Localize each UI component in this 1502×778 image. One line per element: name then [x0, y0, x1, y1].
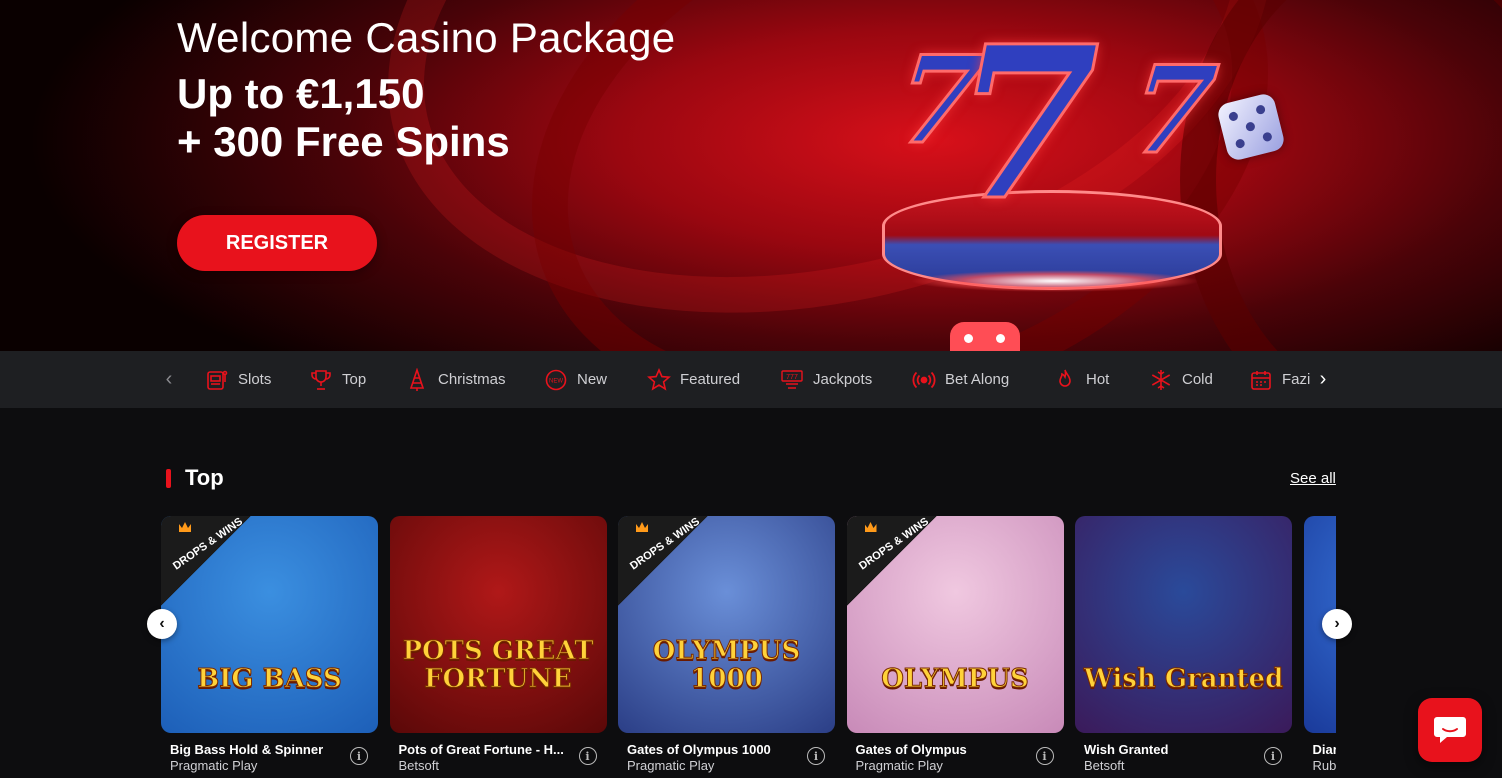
flame-icon: [1052, 367, 1078, 393]
game-provider: Pragmatic Play: [855, 758, 943, 773]
game-provider: Pragmatic Play: [627, 758, 715, 773]
chat-bubble-icon: [1434, 717, 1466, 743]
carousel-next-icon[interactable]: ›: [1322, 609, 1352, 639]
slot-machine-icon: [204, 367, 230, 393]
category-label: Slots: [238, 371, 272, 388]
game-title: Gates of Olympus 1000: [627, 742, 771, 757]
game-thumbnail[interactable]: OLYMPUS 1000 DROPS & WINS: [618, 516, 835, 733]
calendar-icon: [1248, 367, 1274, 393]
jackpot-icon: 777: [779, 367, 805, 393]
drops-wins-text: DROPS & WINS: [627, 516, 702, 573]
register-button[interactable]: REGISTER: [177, 215, 377, 271]
category-scroll-right-icon[interactable]: ›: [1312, 368, 1334, 390]
game-title: Wish Granted: [1084, 742, 1169, 757]
section-accent-bar: [166, 469, 171, 488]
category-label: Christmas: [438, 371, 506, 388]
category-label: Jackpots: [813, 371, 873, 388]
category-label: Top: [342, 371, 367, 388]
category-slots[interactable]: Slots: [204, 351, 271, 408]
drops-wins-badge: DROPS & WINS: [618, 516, 708, 606]
game-title: Diar: [1312, 742, 1337, 757]
game-thumbnail[interactable]: OLYMPUS DROPS & WINS: [846, 516, 1064, 733]
seven-glyph: 7: [952, 0, 1101, 249]
drops-wins-badge: DROPS & WINS: [161, 516, 251, 606]
hero-banner: Welcome Casino Package Up to €1,150 + 30…: [0, 0, 1502, 351]
info-icon[interactable]: i: [807, 747, 825, 765]
dice-icon: [950, 322, 1020, 351]
category-fazi[interactable]: Fazi: [1248, 351, 1310, 408]
drops-wins-badge: DROPS & WINS: [846, 516, 937, 606]
chat-button[interactable]: [1418, 698, 1482, 762]
carousel-prev-icon[interactable]: ‹: [147, 609, 177, 639]
category-cold[interactable]: Cold: [1148, 351, 1213, 408]
category-nav: ‹ Slots Top Christmas NEW New Featured 7…: [0, 351, 1502, 408]
game-thumbnail[interactable]: BIG BASS DROPS & WINS: [161, 516, 378, 733]
broadcast-icon: [911, 367, 937, 393]
info-icon[interactable]: i: [1035, 747, 1054, 765]
info-icon[interactable]: i: [350, 747, 368, 765]
category-featured[interactable]: Featured: [646, 351, 740, 408]
game-card[interactable]: Wish Granted Wish Granted Betsoft i: [1075, 516, 1292, 773]
hero-title: Welcome Casino Package: [177, 14, 676, 61]
category-jackpots[interactable]: 777 Jackpots: [779, 351, 872, 408]
category-label: Featured: [680, 371, 741, 388]
game-provider: Pragmatic Play: [170, 758, 258, 773]
seven-glyph: 7: [1123, 39, 1224, 183]
category-hot[interactable]: Hot: [1052, 351, 1109, 408]
game-provider: Betsoft: [398, 758, 439, 773]
category-top[interactable]: Top: [308, 351, 366, 408]
info-icon[interactable]: i: [578, 747, 597, 765]
section-title: Top: [185, 465, 224, 490]
category-bet-along[interactable]: Bet Along: [911, 351, 1009, 408]
hero-bonus-amount: Up to €1,150: [177, 70, 425, 117]
category-label: Cold: [1182, 371, 1213, 388]
pedestal-glow: [910, 270, 1200, 292]
game-logo-text: OLYMPUS: [881, 664, 1030, 694]
game-carousel: BIG BASS DROPS & WINS Big Bass Hold & Spin…: [161, 516, 1336, 778]
game-card[interactable]: POTS GREAT FORTUNE Pots of Great Fortune …: [389, 516, 607, 773]
crown-icon: [179, 522, 191, 532]
category-scroll-left-icon[interactable]: ‹: [158, 368, 180, 390]
hero-777-illustration: 7 7 7: [870, 0, 1310, 351]
category-label: Hot: [1086, 371, 1110, 388]
see-all-link[interactable]: See all: [1290, 470, 1336, 487]
category-label: Bet Along: [945, 371, 1010, 388]
category-label: New: [577, 371, 608, 388]
svg-text:NEW: NEW: [549, 378, 563, 384]
game-title: Pots of Great Fortune - H...: [398, 742, 564, 757]
info-icon[interactable]: i: [1264, 747, 1282, 765]
svg-text:777: 777: [786, 374, 798, 381]
hero-free-spins: + 300 Free Spins: [177, 118, 510, 165]
dice-icon: [1215, 91, 1287, 163]
game-title: Gates of Olympus: [855, 742, 967, 757]
drops-wins-text: DROPS & WINS: [856, 516, 931, 573]
drops-wins-text: DROPS & WINS: [170, 516, 245, 573]
christmas-tree-icon: [404, 367, 430, 393]
game-thumbnail[interactable]: Wish Granted: [1075, 516, 1292, 733]
game-provider: Betsoft: [1084, 758, 1125, 773]
game-card[interactable]: BIG BASS DROPS & WINS Big Bass Hold & Spin…: [161, 516, 378, 773]
game-thumbnail[interactable]: POTS GREAT FORTUNE: [389, 516, 607, 733]
category-track: Slots Top Christmas NEW New Featured 777…: [200, 351, 1310, 408]
snowflake-icon: [1148, 367, 1174, 393]
game-card[interactable]: OLYMPUS 1000 DROPS & WINS Gates of Olympus…: [618, 516, 835, 773]
game-logo-text: BIG BASS: [197, 664, 343, 694]
category-christmas[interactable]: Christmas: [404, 351, 506, 408]
game-logo-text: OLYMPUS 1000: [652, 636, 801, 694]
category-label: Fazi: [1282, 371, 1310, 388]
game-title: Big Bass Hold & Spinner: [170, 742, 324, 757]
new-badge-icon: NEW: [543, 367, 569, 393]
crown-icon: [636, 522, 648, 532]
game-logo-text: Wish Granted: [1083, 664, 1284, 694]
game-card[interactable]: OLYMPUS DROPS & WINS Gates of Olympus Pragm…: [846, 516, 1064, 773]
game-provider: Rub: [1312, 758, 1337, 773]
trophy-icon: [308, 367, 334, 393]
category-new[interactable]: NEW New: [543, 351, 607, 408]
game-logo-text: POTS GREAT FORTUNE: [402, 636, 594, 694]
crown-icon: [864, 522, 877, 532]
star-icon: [646, 367, 672, 393]
